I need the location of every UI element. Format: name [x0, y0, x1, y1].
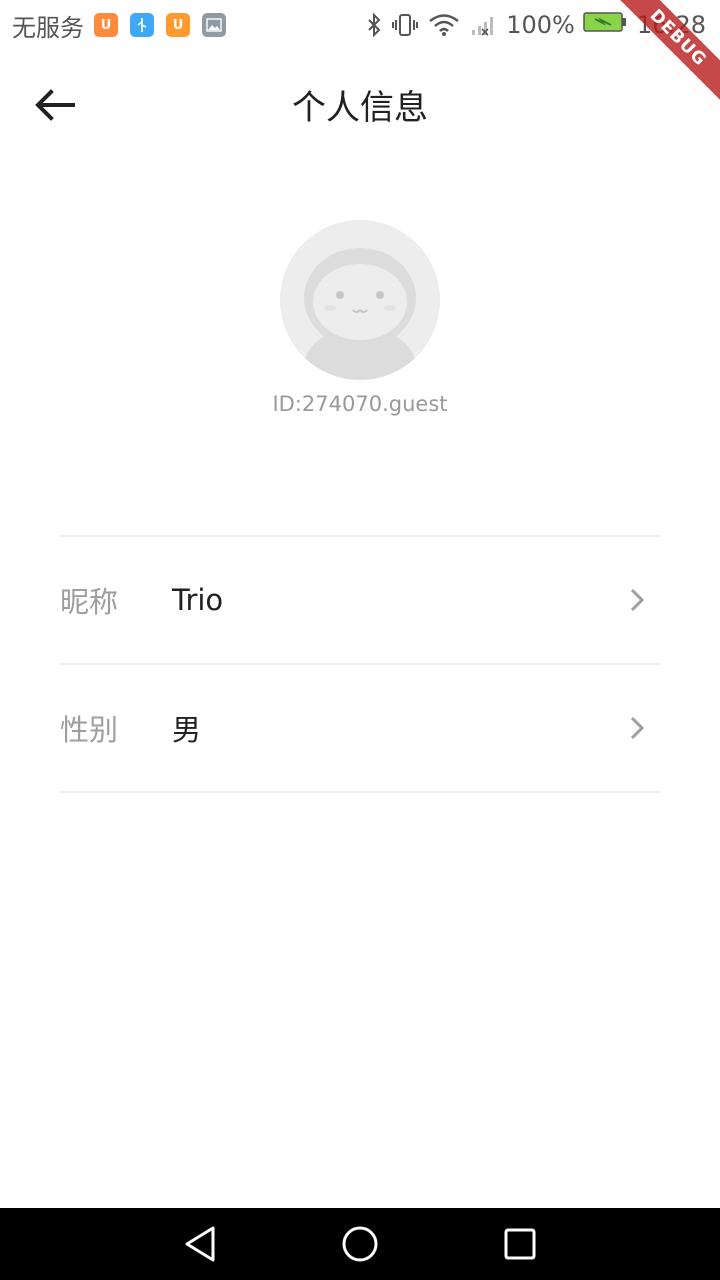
- vibrate-icon: [392, 13, 419, 37]
- screen: 无服务 U U 100% DEBUG 个人信息 ID:274070.guest …: [0, 0, 720, 1280]
- divider: [60, 791, 660, 793]
- status-bar: 无服务 U U 100%: [0, 0, 720, 50]
- nav-recents-button[interactable]: [480, 1208, 560, 1280]
- wifi-icon: [428, 13, 460, 37]
- default-avatar-icon: [280, 220, 440, 380]
- navigation-bar: [0, 1208, 720, 1280]
- battery-icon: [583, 11, 627, 39]
- gallery-icon: [202, 13, 226, 37]
- row-label-nickname: 昵称: [60, 585, 119, 619]
- uc-browser-icon: U: [94, 13, 118, 37]
- status-bar-left: 无服务 U U: [12, 8, 238, 43]
- chevron-right-icon: [622, 713, 652, 743]
- avatar[interactable]: [280, 220, 440, 380]
- row-label-gender: 性别: [60, 713, 119, 747]
- battery-percent: 100%: [506, 11, 575, 39]
- home-circle-icon: [342, 1226, 378, 1262]
- usb-icon: [130, 13, 154, 37]
- recents-square-icon: [504, 1228, 536, 1260]
- nav-back-button[interactable]: [160, 1208, 240, 1280]
- signal-icon: [470, 13, 498, 37]
- nav-home-button[interactable]: [320, 1208, 400, 1280]
- bluetooth-icon: [366, 13, 382, 37]
- row-value-nickname: Trio: [172, 583, 224, 617]
- user-id: ID:274070.guest: [272, 392, 448, 416]
- page-title: 个人信息: [292, 88, 428, 128]
- chevron-right-icon: [622, 585, 652, 615]
- row-nickname[interactable]: 昵称 Trio: [60, 537, 660, 663]
- back-triangle-icon: [185, 1226, 215, 1262]
- row-gender[interactable]: 性别 男: [60, 665, 660, 791]
- app-bar: 个人信息: [0, 50, 720, 160]
- carrier-text: 无服务: [12, 13, 84, 42]
- row-value-gender: 男: [172, 713, 202, 747]
- uc-browser-icon: U: [166, 13, 190, 37]
